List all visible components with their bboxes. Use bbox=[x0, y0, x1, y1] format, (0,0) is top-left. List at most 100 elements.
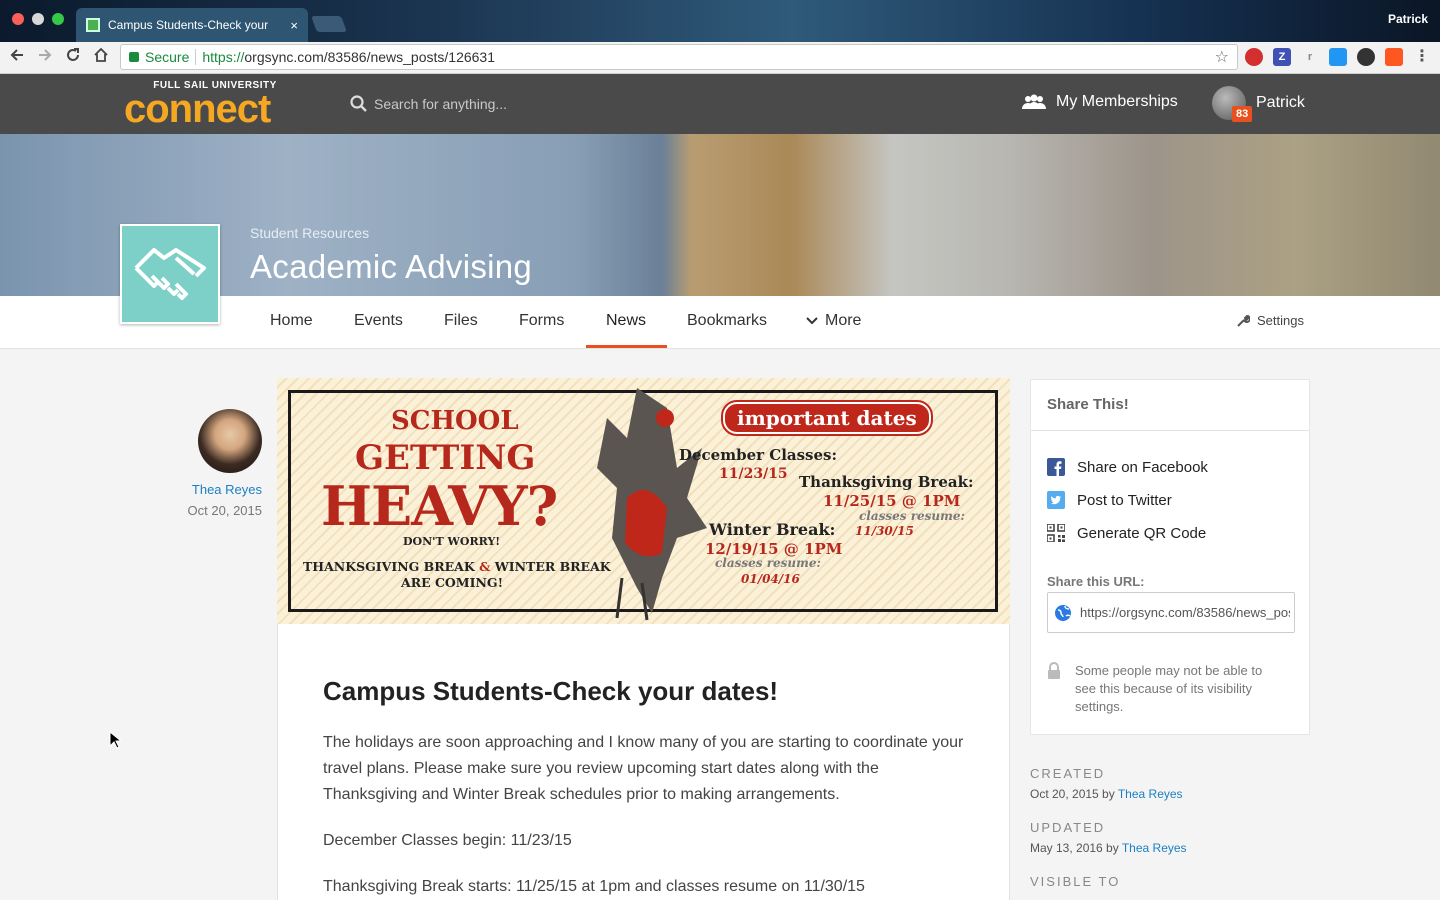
settings-link[interactable]: Settings bbox=[1236, 313, 1304, 328]
notification-badge[interactable]: 83 bbox=[1232, 106, 1253, 122]
post-title: Campus Students-Check your dates! bbox=[323, 676, 779, 706]
globe-icon bbox=[1055, 604, 1071, 621]
browser-titlebar: Campus Students-Check your × Patrick bbox=[0, 0, 1440, 42]
flyer-wb-resume: classes resume: bbox=[715, 556, 821, 570]
browser-toolbar: Secure https://orgsync.com/83586/news_po… bbox=[0, 42, 1440, 74]
connect-logo[interactable]: FULL SAIL UNIVERSITY connect bbox=[124, 80, 306, 130]
parent-org-link[interactable]: Student Resources bbox=[250, 225, 369, 241]
org-name: Academic Advising bbox=[250, 248, 533, 285]
address-bar[interactable]: Secure https://orgsync.com/83586/news_po… bbox=[120, 44, 1238, 70]
minimize-window-button[interactable] bbox=[32, 13, 44, 25]
post-card: Campus Students-Check your dates! The ho… bbox=[277, 624, 1010, 900]
nav-events[interactable]: Events bbox=[354, 312, 403, 330]
forward-arrow-icon[interactable] bbox=[34, 47, 56, 69]
org-avatar[interactable] bbox=[120, 224, 220, 324]
flyer-dec-label: December Classes: bbox=[679, 446, 838, 464]
new-tab-button[interactable] bbox=[311, 16, 347, 32]
search-input[interactable] bbox=[374, 92, 774, 116]
logo-wordmark: connect bbox=[124, 87, 271, 131]
url-path: orgsync.com/83586/news_posts/126631 bbox=[244, 49, 495, 65]
extension-r-icon[interactable]: r bbox=[1301, 48, 1319, 66]
share-url-field[interactable] bbox=[1047, 592, 1295, 633]
share-twitter-link[interactable]: Post to Twitter bbox=[1047, 491, 1172, 509]
author-avatar[interactable] bbox=[198, 409, 262, 473]
created-date: Oct 20, 2015 by bbox=[1030, 787, 1118, 801]
updated-label: UPDATED bbox=[1030, 820, 1106, 835]
browser-tab[interactable]: Campus Students-Check your × bbox=[76, 8, 308, 42]
share-heading: Share This! bbox=[1031, 380, 1309, 431]
extension-z-icon[interactable]: Z bbox=[1273, 48, 1291, 66]
memberships-label: My Memberships bbox=[1056, 93, 1178, 110]
tab-close-icon[interactable]: × bbox=[290, 18, 298, 33]
browser-profile[interactable]: Patrick bbox=[1388, 12, 1428, 26]
post-paragraph: The holidays are soon approaching and I … bbox=[323, 734, 964, 803]
close-window-button[interactable] bbox=[12, 13, 24, 25]
post-body: The holidays are soon approaching and I … bbox=[323, 730, 973, 900]
address-url[interactable]: https://orgsync.com/83586/news_posts/126… bbox=[202, 49, 495, 65]
share-twitter-label: Post to Twitter bbox=[1077, 491, 1172, 509]
browser-menu-icon[interactable]: ⋮ bbox=[1413, 48, 1431, 66]
my-memberships-link[interactable]: My Memberships bbox=[1022, 93, 1178, 111]
visible-to-label: VISIBLE TO bbox=[1030, 874, 1121, 889]
visibility-note-text: Some people may not be able to see this … bbox=[1075, 663, 1263, 714]
share-facebook-label: Share on Facebook bbox=[1077, 458, 1208, 476]
nav-forms[interactable]: Forms bbox=[519, 312, 564, 330]
nav-more-label: More bbox=[825, 312, 862, 329]
bookmark-star-icon[interactable]: ☆ bbox=[1215, 47, 1229, 67]
updated-date: May 13, 2016 by bbox=[1030, 841, 1122, 855]
extension-badge-icon[interactable] bbox=[1329, 48, 1347, 66]
post-date: Oct 20, 2015 bbox=[187, 503, 262, 518]
twitter-icon bbox=[1047, 491, 1065, 509]
flyer-line-getting: GETTING bbox=[355, 438, 536, 478]
active-tab-indicator bbox=[586, 345, 667, 348]
search-icon bbox=[350, 95, 367, 112]
address-separator bbox=[195, 49, 197, 65]
share-url-input[interactable] bbox=[1080, 605, 1290, 620]
secure-indicator[interactable]: Secure bbox=[129, 49, 189, 65]
share-url-label: Share this URL: bbox=[1047, 574, 1145, 589]
updated-value: May 13, 2016 by Thea Reyes bbox=[1030, 841, 1187, 855]
flyer-footer-a: THANKSGIVING BREAK bbox=[303, 559, 475, 574]
handshake-icon bbox=[134, 248, 206, 300]
facebook-icon bbox=[1047, 458, 1065, 476]
flyer-tg-resume: classes resume: bbox=[859, 509, 965, 523]
flyer-wb-resume-date: 01/04/16 bbox=[741, 572, 800, 586]
share-facebook-link[interactable]: Share on Facebook bbox=[1047, 458, 1208, 476]
flyer-breaks-line: THANKSGIVING BREAK & WINTER BREAK bbox=[303, 559, 611, 574]
post-paragraph: December Classes begin: 11/23/15 bbox=[323, 832, 572, 849]
maximize-window-button[interactable] bbox=[52, 13, 64, 25]
secure-label: Secure bbox=[145, 49, 190, 65]
user-menu[interactable]: 83 Patrick bbox=[1212, 86, 1305, 122]
nav-bookmarks[interactable]: Bookmarks bbox=[687, 312, 767, 330]
nav-more[interactable]: More bbox=[806, 312, 861, 330]
nav-home[interactable]: Home bbox=[270, 312, 313, 330]
reload-icon[interactable] bbox=[62, 47, 84, 69]
back-arrow-icon[interactable] bbox=[6, 47, 28, 69]
created-label: CREATED bbox=[1030, 766, 1106, 781]
updated-by-link[interactable]: Thea Reyes bbox=[1122, 841, 1187, 855]
mouse-cursor-icon bbox=[109, 731, 121, 749]
site-header: FULL SAIL UNIVERSITY connect My Membersh… bbox=[0, 74, 1440, 134]
flyer-line-heavy: HEAVY? bbox=[321, 474, 558, 538]
nav-news[interactable]: News bbox=[606, 312, 646, 330]
home-icon[interactable] bbox=[90, 47, 112, 69]
settings-label: Settings bbox=[1257, 313, 1304, 328]
flyer-dec-date: 11/23/15 bbox=[719, 466, 788, 482]
extension-circle-icon[interactable] bbox=[1357, 48, 1375, 66]
user-name: Patrick bbox=[1256, 94, 1305, 111]
flyer-line-school: SCHOOL bbox=[391, 406, 519, 436]
lock-icon bbox=[129, 52, 139, 62]
generate-qr-link[interactable]: Generate QR Code bbox=[1047, 524, 1206, 542]
flyer-tg-resume-date: 11/30/15 bbox=[855, 524, 914, 538]
author-name-link[interactable]: Thea Reyes bbox=[192, 482, 262, 497]
avatar: 83 bbox=[1212, 86, 1253, 122]
tab-favicon-icon bbox=[86, 18, 100, 32]
group-icon bbox=[1022, 94, 1046, 109]
chevron-down-icon bbox=[806, 317, 818, 325]
flyer-footer-c: ARE COMING! bbox=[401, 575, 504, 590]
extension-orange-icon[interactable] bbox=[1385, 48, 1403, 66]
nav-files[interactable]: Files bbox=[444, 312, 478, 330]
created-by-link[interactable]: Thea Reyes bbox=[1118, 787, 1183, 801]
lock-icon bbox=[1048, 662, 1060, 679]
extension-shield-icon[interactable] bbox=[1245, 48, 1263, 66]
